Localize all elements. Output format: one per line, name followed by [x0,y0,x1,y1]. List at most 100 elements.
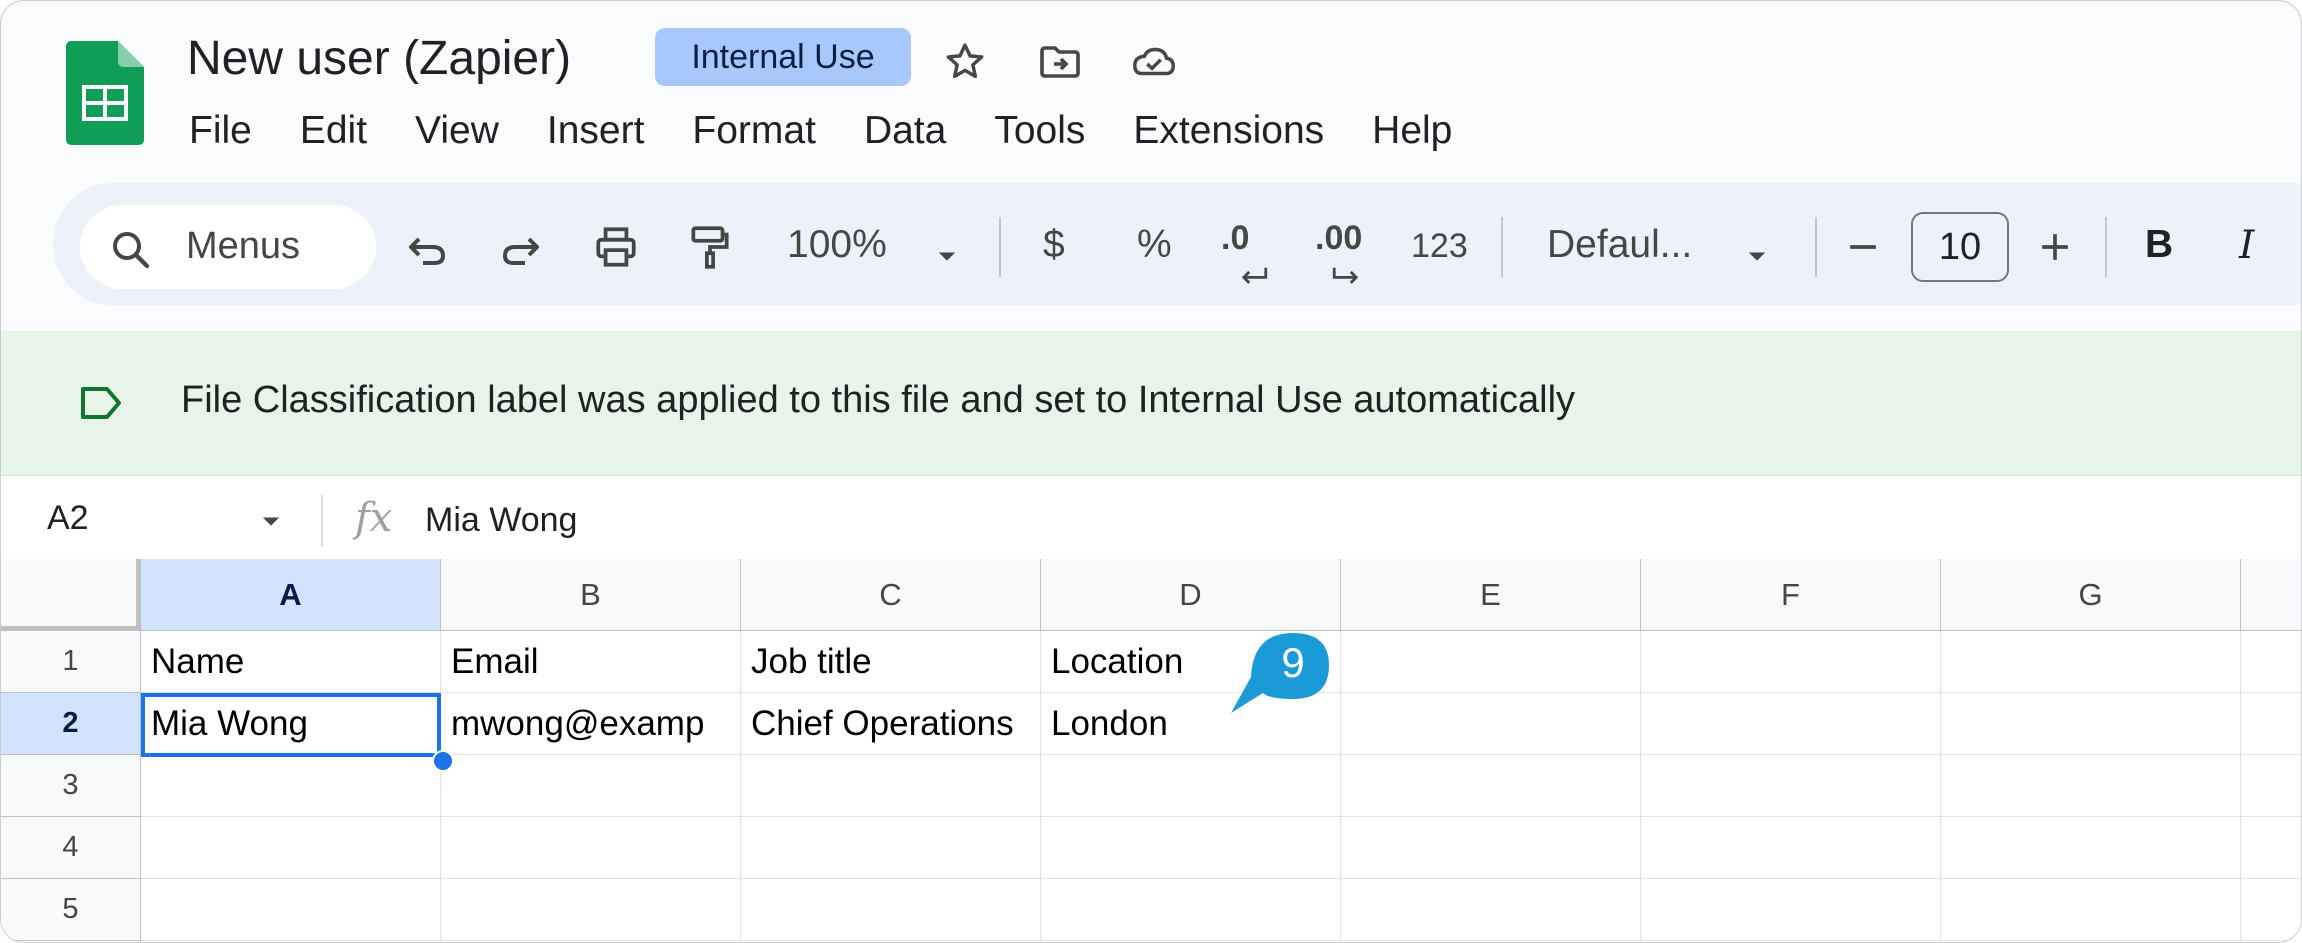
column-header-h[interactable] [2241,559,2301,631]
cell-h3[interactable] [2241,755,2301,817]
format-currency-button[interactable]: $ [1043,223,1065,267]
menu-help[interactable]: Help [1372,109,1452,159]
menu-edit[interactable]: Edit [300,109,367,159]
column-header-c[interactable]: C [741,559,1041,631]
cell-f4[interactable] [1641,817,1941,879]
cell-d3[interactable] [1041,755,1341,817]
cell-a3[interactable] [141,755,441,817]
font-size-input[interactable]: 10 [1911,212,2009,282]
toolbar-divider [1815,217,1817,277]
cell-e5[interactable] [1341,879,1641,941]
cell-f1[interactable] [1641,631,1941,693]
row-header-2[interactable]: 2 [1,693,141,755]
font-dropdown-icon[interactable] [1743,227,1771,285]
row-header-1[interactable]: 1 [1,631,141,693]
cell-h5[interactable] [2241,879,2301,941]
cell-g4[interactable] [1941,817,2241,879]
row-header-3[interactable]: 3 [1,755,141,817]
undo-icon[interactable] [403,218,451,276]
column-header-d[interactable]: D [1041,559,1341,631]
column-header-b[interactable]: B [441,559,741,631]
toolbar-divider [999,217,1001,277]
cell-a4[interactable] [141,817,441,879]
formula-bar [1,475,2301,560]
cell-c5[interactable] [741,879,1041,941]
move-to-folder-icon[interactable] [1035,37,1085,87]
cell-e1[interactable] [1341,631,1641,693]
star-icon[interactable] [940,37,990,87]
fill-handle[interactable] [432,750,454,772]
menu-extensions[interactable]: Extensions [1133,109,1324,159]
name-box[interactable]: A2 [47,499,89,538]
formula-input[interactable]: Mia Wong [425,501,577,540]
italic-button[interactable]: I [2239,223,2254,268]
cloud-status-icon[interactable] [1129,37,1179,87]
cell-g3[interactable] [1941,755,2241,817]
cell-b4[interactable] [441,817,741,879]
cell-d4[interactable] [1041,817,1341,879]
zoom-dropdown-icon[interactable] [933,227,961,285]
cell-h1[interactable] [2241,631,2301,693]
search-icon [107,221,155,279]
more-formats-button[interactable]: 123 [1411,227,1468,266]
cell-c3[interactable] [741,755,1041,817]
cell-c1[interactable]: Job title [741,631,1041,693]
menu-insert[interactable]: Insert [547,109,645,159]
cell-a5[interactable] [141,879,441,941]
cell-f2[interactable] [1641,693,1941,755]
sheets-logo-icon[interactable] [66,41,144,145]
cell-d5[interactable] [1041,879,1341,941]
cell-g1[interactable] [1941,631,2241,693]
menu-bar: File Edit View Insert Format Data Tools … [189,109,1500,159]
label-icon [77,383,125,423]
select-all-corner[interactable] [1,559,141,631]
cell-c2[interactable]: Chief Operations [741,693,1041,755]
step-number: 9 [1281,639,1305,686]
cell-f5[interactable] [1641,879,1941,941]
menu-file[interactable]: File [189,109,252,159]
cell-b1[interactable]: Email [441,631,741,693]
column-header-a[interactable]: A [141,559,441,631]
cell-e2[interactable] [1341,693,1641,755]
menu-search-placeholder[interactable]: Menus [186,225,300,268]
bold-button[interactable]: B [2145,223,2173,267]
print-icon[interactable] [591,218,641,276]
menu-data[interactable]: Data [864,109,946,159]
decrease-font-size-icon[interactable] [1841,218,1885,276]
name-box-dropdown-icon[interactable] [257,507,285,540]
row-header-4[interactable]: 4 [1,817,141,879]
banner-message: File Classification label was applied to… [181,379,1576,421]
menu-format[interactable]: Format [692,109,816,159]
cell-b5[interactable] [441,879,741,941]
column-header-f[interactable]: F [1641,559,1941,631]
formula-bar-divider [321,495,323,547]
document-title[interactable]: New user (Zapier) [187,31,571,86]
zoom-select[interactable]: 100% [787,223,887,267]
cell-e3[interactable] [1341,755,1641,817]
increase-font-size-icon[interactable] [2033,218,2077,276]
redo-icon[interactable] [497,218,545,276]
font-family-select[interactable]: Defaul... [1547,223,1692,267]
cell-h2[interactable] [2241,693,2301,755]
cell-g2[interactable] [1941,693,2241,755]
column-header-g[interactable]: G [1941,559,2241,631]
cell-b3[interactable] [441,755,741,817]
menu-tools[interactable]: Tools [994,109,1085,159]
classification-label-chip[interactable]: Internal Use [655,28,911,86]
cell-g5[interactable] [1941,879,2241,941]
row-header-5[interactable]: 5 [1,879,141,941]
toolbar-divider [2105,217,2107,277]
cell-b2[interactable]: mwong@examp [441,693,741,755]
column-header-e[interactable]: E [1341,559,1641,631]
cell-h4[interactable] [2241,817,2301,879]
app-window: New user (Zapier) Internal Use File Edit… [0,0,2302,943]
cell-e4[interactable] [1341,817,1641,879]
format-percent-button[interactable]: % [1137,223,1172,267]
cell-a1[interactable]: Name [141,631,441,693]
menu-view[interactable]: View [415,109,499,159]
cell-c4[interactable] [741,817,1041,879]
paint-format-icon[interactable] [685,218,735,276]
active-cell-border [141,693,441,757]
toolbar-divider [1501,217,1503,277]
cell-f3[interactable] [1641,755,1941,817]
